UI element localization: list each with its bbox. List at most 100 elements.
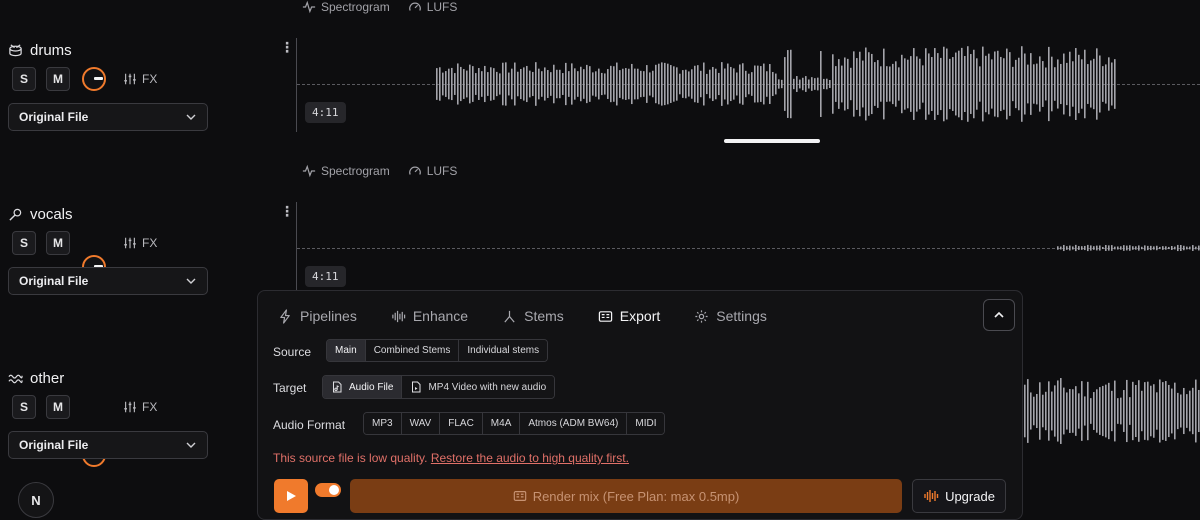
source-option-individual-stems[interactable]: Individual stems	[459, 340, 548, 361]
drum-icon	[9, 44, 22, 57]
waveform-bar	[811, 77, 813, 91]
render-mix-button[interactable]: Render mix (Free Plan: max 0.5mp)	[350, 479, 902, 513]
waveform-bar	[1081, 59, 1083, 109]
track-menu-button[interactable]: ⋮	[280, 40, 294, 54]
track-menu-button[interactable]: ⋮	[280, 204, 294, 218]
tab-enhance[interactable]: Enhance	[391, 308, 468, 324]
waveform[interactable]	[297, 44, 1200, 124]
spectrogram-button[interactable]: Spectrogram	[302, 164, 390, 178]
solo-button[interactable]: S	[12, 67, 36, 91]
fx-button[interactable]: FX	[123, 236, 157, 250]
waveform-bar	[607, 69, 609, 99]
tab-export[interactable]: Export	[598, 308, 660, 324]
waveform[interactable]	[297, 238, 1200, 258]
format-option-atmos[interactable]: Atmos (ADM BW64)	[520, 413, 628, 434]
track-title: vocals	[8, 206, 73, 223]
play-button[interactable]	[274, 479, 308, 513]
waveform-bar	[568, 71, 570, 97]
waveform-bar	[940, 57, 942, 111]
waveform-bar	[640, 70, 642, 98]
waveform-bar	[1015, 59, 1017, 109]
waveform-bar	[1024, 53, 1026, 115]
target-option-audio-file[interactable]: Audio File	[323, 376, 403, 398]
format-option-wav[interactable]: WAV	[401, 413, 441, 434]
waveform-bar	[1102, 246, 1104, 250]
format-option-mp3[interactable]: MP3	[364, 413, 402, 434]
scroll-handle[interactable]	[724, 139, 820, 143]
source-select[interactable]: Original File	[8, 103, 208, 131]
waveform-bar	[1060, 63, 1062, 105]
tab-stems[interactable]: Stems	[502, 308, 564, 324]
source-select[interactable]: Original File	[8, 431, 208, 459]
fx-button[interactable]: FX	[123, 72, 157, 86]
waveform-bar	[841, 65, 843, 103]
target-option-mp4-video[interactable]: MP4 Video with new audio	[402, 376, 555, 398]
waveform-bar	[1069, 389, 1071, 433]
restore-audio-link[interactable]: Restore the audio to high quality first.	[431, 451, 629, 465]
waveform-bar	[1009, 52, 1011, 116]
waveform-bar	[973, 49, 975, 119]
waveform-bar	[1135, 384, 1137, 438]
waveform-bar	[1111, 390, 1113, 432]
mute-button[interactable]: M	[46, 67, 70, 91]
waveform-bar	[874, 62, 876, 106]
waveform-bar	[613, 66, 615, 102]
waveform-bar	[1048, 381, 1050, 441]
tab-pipelines[interactable]: Pipelines	[278, 308, 357, 324]
waveform-bar	[1066, 392, 1068, 430]
tab-settings[interactable]: Settings	[694, 308, 767, 324]
waveform[interactable]	[1024, 374, 1200, 448]
fx-button[interactable]: FX	[123, 400, 157, 414]
waveform-bar	[1099, 55, 1101, 113]
lufs-button[interactable]: LUFS	[408, 164, 457, 178]
preview-toggle[interactable]	[315, 483, 341, 497]
solo-button[interactable]: S	[12, 395, 36, 419]
waveform-bar	[691, 69, 693, 99]
waveform-bar	[574, 68, 576, 100]
waveform-bar	[1159, 379, 1161, 443]
volume-knob[interactable]	[82, 67, 106, 91]
waveform-bar	[1003, 58, 1005, 110]
waveform-bar	[520, 68, 522, 100]
lufs-button[interactable]: LUFS	[408, 0, 457, 14]
waveform-bar	[970, 54, 972, 114]
format-option-midi[interactable]: MIDI	[627, 413, 665, 434]
waveform-bar	[748, 73, 750, 95]
waveform-bar	[979, 66, 981, 102]
source-option-main[interactable]: Main	[327, 340, 366, 361]
source-select[interactable]: Original File	[8, 267, 208, 295]
waveform-bar	[1105, 64, 1107, 104]
waveform-bar	[913, 48, 915, 120]
waveform-bar	[1138, 245, 1140, 251]
waveform-bar	[928, 53, 930, 115]
waveform-bar	[880, 66, 882, 102]
waveform-bar	[976, 58, 978, 110]
waveform-bar	[982, 46, 984, 122]
waveform-bar	[661, 62, 663, 106]
format-option-flac[interactable]: FLAC	[440, 413, 483, 434]
mute-button[interactable]: M	[46, 231, 70, 255]
source-option-combined-stems[interactable]: Combined Stems	[365, 340, 460, 361]
waveform-bar	[919, 58, 921, 110]
spectrogram-button[interactable]: Spectrogram	[302, 0, 390, 14]
format-option-m4a[interactable]: M4A	[482, 413, 521, 434]
mute-button[interactable]: M	[46, 395, 70, 419]
waveform-bar	[1198, 245, 1200, 251]
solo-button[interactable]: S	[12, 231, 36, 255]
waveform-bar	[1150, 385, 1152, 437]
export-panel: Pipelines Enhance Stems Export Settings …	[257, 290, 1023, 520]
waveform-bar	[619, 70, 621, 98]
waveform-bar	[1132, 381, 1134, 441]
avatar[interactable]: N	[18, 482, 54, 518]
collapse-panel-button[interactable]	[983, 299, 1015, 331]
waveform-bar	[1186, 394, 1188, 428]
waveform-bar	[664, 62, 666, 106]
waveform-bar	[1018, 57, 1020, 111]
waveform-bar	[676, 67, 678, 101]
waveform-bar	[1063, 244, 1065, 252]
upgrade-button[interactable]: Upgrade	[912, 479, 1006, 513]
waveform-bar	[517, 71, 519, 97]
waveform-bar	[925, 48, 927, 120]
waveform-bar	[1186, 246, 1188, 250]
waveform-bar	[772, 71, 774, 97]
